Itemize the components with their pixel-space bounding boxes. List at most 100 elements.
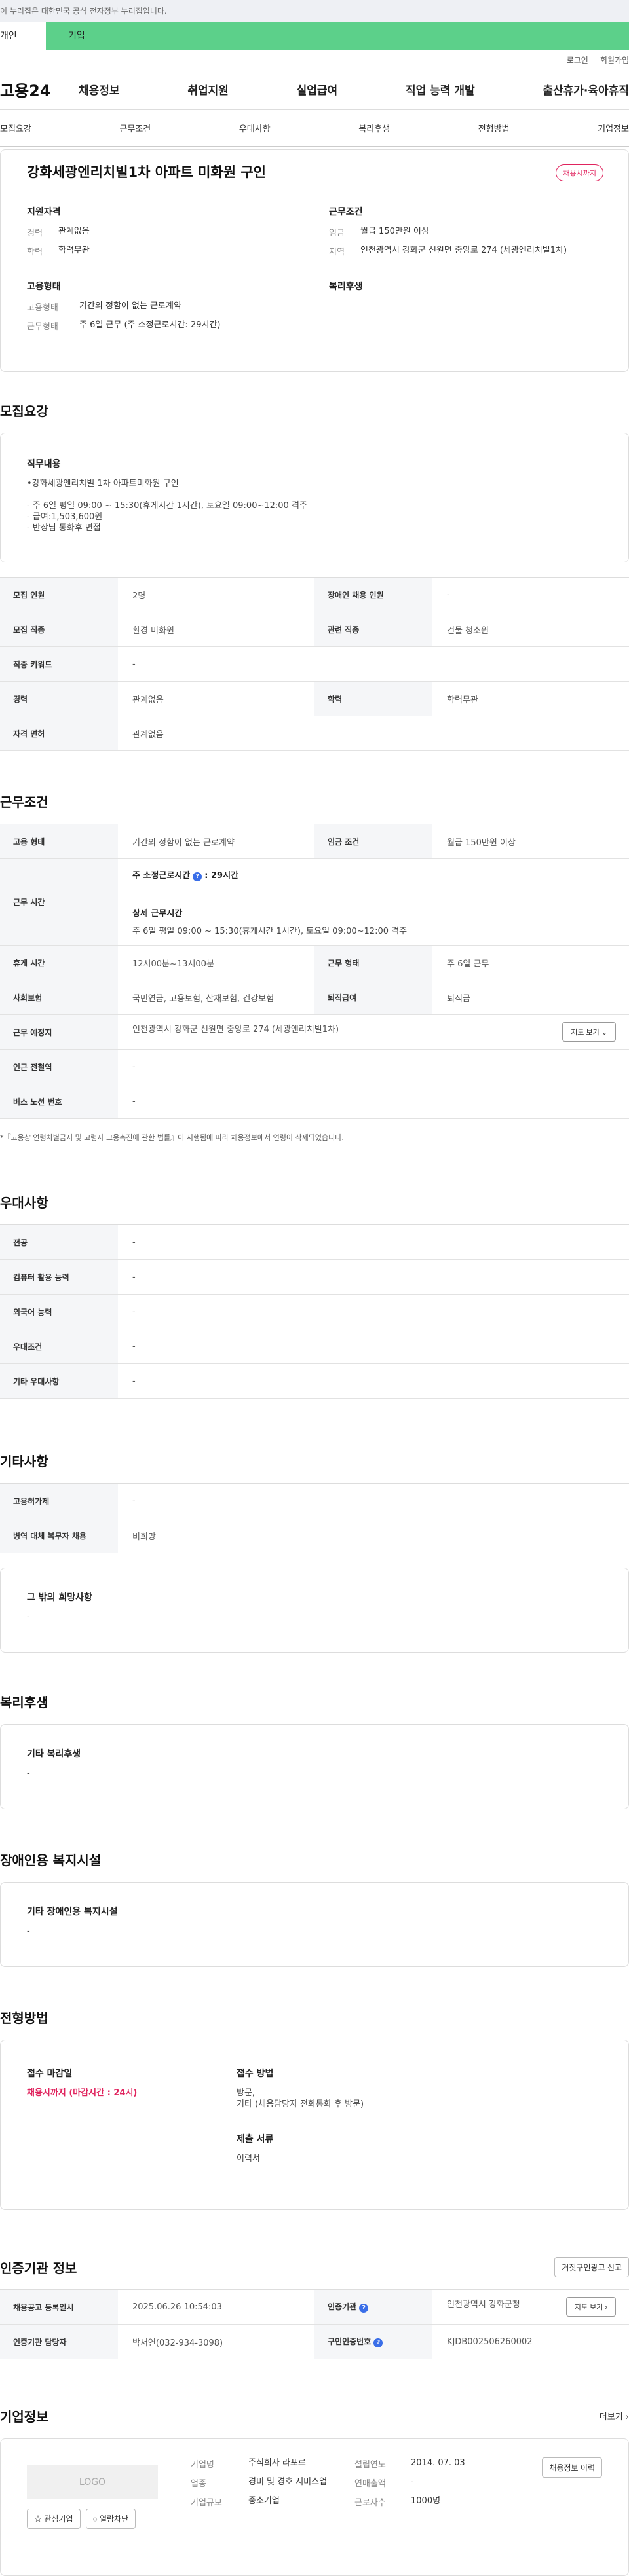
table-row: 병역 대체 복무자 채용 비희망 xyxy=(0,1518,629,1553)
founded-label: 설립연도 xyxy=(354,2460,386,2470)
cert-table: 채용공고 등록일시 2025.06.26 10:54:03 인증기관? 인천광역… xyxy=(0,2289,629,2359)
row-label: 채용공고 등록일시 xyxy=(0,2289,118,2325)
row-label: 구인인증번호 xyxy=(328,2337,372,2346)
tab-personal[interactable]: 개인 xyxy=(0,22,46,50)
job-desc-line: - 반장님 통화후 면접 xyxy=(27,523,101,533)
utility-nav: 로그인 회원가입 xyxy=(0,50,629,69)
login-link[interactable]: 로그인 xyxy=(567,54,588,65)
recruit-table: 모집 인원 2명 장애인 채용 인원 - 모집 직종 환경 미화원 관련 직종 … xyxy=(0,577,629,751)
snb-selection[interactable]: 전형방법 xyxy=(478,122,510,134)
docs-value: 이력서 xyxy=(237,2154,260,2163)
table-row: 전공 - xyxy=(0,1224,629,1260)
pref-table: 전공 - 컴퓨터 활용 능력 - 외국어 능력 - 우대조건 - 기타 우대사항 - xyxy=(0,1224,629,1399)
job-title: 강화세광엔리치빌1차 아파트 미화원 구인 xyxy=(27,164,266,180)
table-row: 근무 시간 주 소정근로시간?: 29시간 상세 근무시간 주 6일 평일 09… xyxy=(0,858,629,946)
edu-value: 학력무관 xyxy=(58,246,90,255)
work-hours-label: 주 소정근로시간 xyxy=(132,870,191,881)
table-row: 고용허가제 - xyxy=(0,1483,629,1518)
recruit-section-title: 모집요강 xyxy=(0,403,48,419)
table-row: 모집 직종 환경 미화원 관련 직종 건물 청소원 xyxy=(0,612,629,647)
map-view-button[interactable]: 지도 보기 ⌄ xyxy=(562,1022,616,1042)
employees-label: 근로자수 xyxy=(354,2498,386,2508)
row-label: 임금 조건 xyxy=(314,824,432,859)
emptype-value: 기간의 정함이 없는 근로계약 xyxy=(79,301,181,311)
tab-business[interactable]: 기업 xyxy=(46,22,629,50)
gnb-item-jobs[interactable]: 채용정보 xyxy=(79,81,120,98)
row-label: 근무 예정지 xyxy=(0,1014,118,1050)
founded-value: 2014. 07. 03 xyxy=(411,2458,465,2468)
gnb-item-vocational-training[interactable]: 직업 능력 개발 xyxy=(406,81,475,98)
snb-work[interactable]: 근무조건 xyxy=(119,122,151,134)
snb-recruit[interactable]: 모집요강 xyxy=(0,122,31,134)
welfare-summary: 복리후생 xyxy=(329,280,605,339)
row-value: 퇴직금 xyxy=(432,980,629,1015)
row-label: 학력 xyxy=(314,681,432,716)
sales-value: - xyxy=(411,2477,414,2487)
favorite-company-button[interactable]: ☆ 관심기업 xyxy=(27,2509,81,2529)
company-header: 기업정보 더보기 › xyxy=(0,2406,629,2425)
deadline-badge: 채용시까지 xyxy=(556,164,603,181)
age-law-note: *『고용상 연령차별금지 및 고령자 고용촉진에 관한 법률』이 시행됨에 따라… xyxy=(0,1133,344,1142)
snb-company[interactable]: 기업정보 xyxy=(598,122,629,134)
row-value: - xyxy=(118,1084,629,1119)
row-label: 장애인 채용 인원 xyxy=(314,577,432,612)
hiring-history-button[interactable]: 채용정보 이력 xyxy=(542,2457,602,2478)
detail-hours-value: 주 6일 평일 09:00 ~ 15:30(휴게시간 1시간), 토요일 09:… xyxy=(132,926,408,936)
row-label: 기타 우대사항 xyxy=(0,1363,118,1399)
employees-value: 1000명 xyxy=(411,2496,441,2506)
snb-welfare[interactable]: 복리후생 xyxy=(358,122,390,134)
snb-pref[interactable]: 우대사항 xyxy=(239,122,271,134)
row-label: 직종 키워드 xyxy=(0,646,118,682)
work-table: 고용 형태 기간의 정함이 없는 근로계약 임금 조건 월급 150만원 이상 … xyxy=(0,824,629,1119)
disability-heading: 기타 장애인용 복지시설 xyxy=(27,1907,118,1917)
cert-map-button[interactable]: 지도 보기 › xyxy=(565,2297,616,2317)
table-row: 채용공고 등록일시 2025.06.26 10:54:03 인증기관? 인천광역… xyxy=(0,2289,629,2325)
table-row: 고용 형태 기간의 정함이 없는 근로계약 임금 조건 월급 150만원 이상 xyxy=(0,824,629,859)
info-icon[interactable]: ? xyxy=(373,2338,383,2347)
row-value: - xyxy=(118,1049,629,1084)
info-icon[interactable]: ? xyxy=(359,2304,369,2313)
company-more-link[interactable]: 더보기 › xyxy=(600,2410,629,2422)
company-logo: LOGO xyxy=(27,2465,158,2499)
info-icon[interactable]: ? xyxy=(193,872,202,881)
row-value: 건물 청소원 xyxy=(432,612,629,647)
row-label: 컴퓨터 활용 능력 xyxy=(0,1259,118,1295)
gnb-item-maternity-leave[interactable]: 출산휴가·육아휴직 xyxy=(543,81,629,98)
row-value: 2025.06.26 10:54:03 xyxy=(118,2289,314,2325)
row-value: - xyxy=(432,577,629,612)
table-row: 자격 면허 관계없음 xyxy=(0,716,629,751)
cert-org-cell: 인천광역시 강화군청 지도 보기 › xyxy=(432,2289,629,2325)
table-row: 직종 키워드 - xyxy=(0,646,629,682)
join-link[interactable]: 회원가입 xyxy=(600,54,629,65)
company-logo-column: LOGO ☆ 관심기업 ◌ 열람차단 xyxy=(27,2457,191,2557)
company-section-title: 기업정보 xyxy=(0,2409,48,2425)
table-row: 모집 인원 2명 장애인 채용 인원 - xyxy=(0,577,629,612)
deadline-heading: 접수 마감일 xyxy=(27,2069,73,2079)
region-value: 인천광역시 강화군 선원면 중앙로 274 (세광엔리치빌1차) xyxy=(360,246,567,255)
tab-personal-label: 개인 xyxy=(0,31,17,41)
block-view-button[interactable]: ◌ 열람차단 xyxy=(85,2509,136,2529)
address-cell: 인천광역시 강화군 선원면 중앙로 274 (세광엔리치빌1차) 지도 보기 ⌄ xyxy=(118,1014,629,1050)
table-row: 경력 관계없음 학력 학력무관 xyxy=(0,681,629,716)
row-label: 경력 xyxy=(0,681,118,716)
disability-value: - xyxy=(27,1926,30,1936)
edu-label: 학력 xyxy=(27,248,43,257)
row-label: 전공 xyxy=(0,1224,118,1260)
row-value: - xyxy=(118,1329,629,1364)
gnb-item-employment-support[interactable]: 취업지원 xyxy=(187,81,229,98)
row-value: - xyxy=(118,646,629,682)
job-desc-line xyxy=(27,489,602,500)
row-value: - xyxy=(118,1294,629,1329)
row-label: 인증기관 담당자 xyxy=(0,2324,118,2359)
emptype-heading: 고용형태 xyxy=(27,282,61,292)
row-value: 주 6일 근무 xyxy=(432,945,629,980)
other-wishes-box: 그 밖의 희망사항 - xyxy=(0,1568,629,1653)
gnb-item-unemployment-benefit[interactable]: 실업급여 xyxy=(297,81,338,98)
welfare-section-title: 복리후생 xyxy=(0,1695,48,1710)
row-label: 퇴직급여 xyxy=(314,980,432,1015)
site-logo[interactable]: 고용24 xyxy=(0,78,79,101)
selection-box: 접수 마감일 채용시까지 (마감시간 : 24시) 접수 방법 방문, 기타 (… xyxy=(0,2040,629,2210)
report-false-ad-button[interactable]: 거짓구인광고 신고 xyxy=(554,2257,629,2277)
company-actions: ☆ 관심기업 ◌ 열람차단 xyxy=(27,2509,191,2529)
row-value: 국민연금, 고용보험, 산재보험, 건강보험 xyxy=(118,980,314,1015)
